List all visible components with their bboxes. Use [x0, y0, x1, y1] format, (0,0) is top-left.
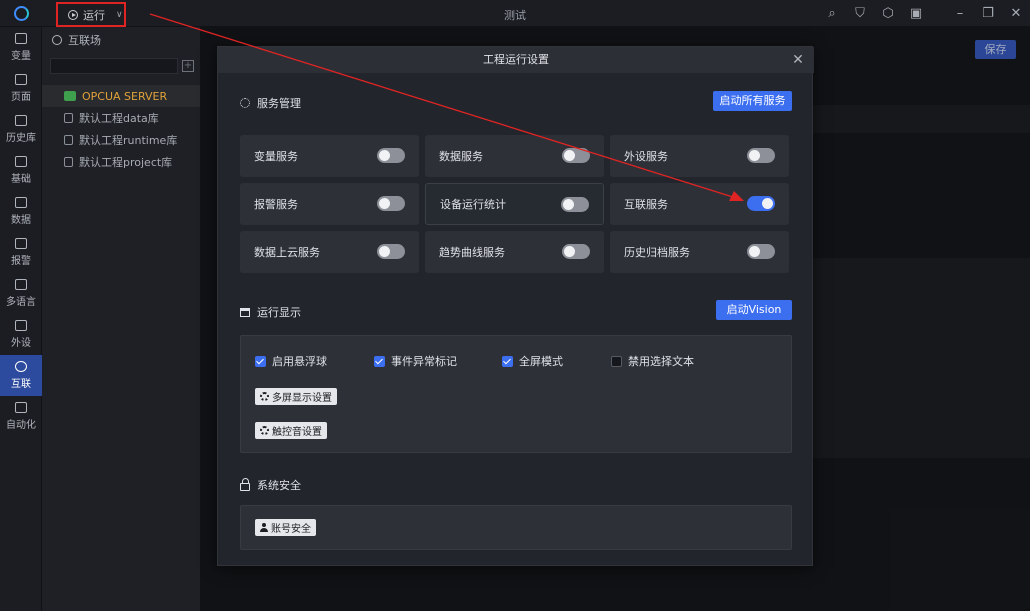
service-card: 报警服务: [240, 183, 419, 225]
service-card: 变量服务: [240, 135, 419, 177]
tree-search-input[interactable]: [50, 58, 178, 74]
package-icon[interactable]: ⬡: [874, 0, 902, 27]
chevron-down-icon: ∨: [116, 9, 123, 20]
title-bar: 运行 ∨ 测试 ⌕ ⛉ ⬡ ▣ – ❐ ✕: [0, 0, 1030, 27]
floating-ball-checkbox[interactable]: 启用悬浮球: [255, 353, 327, 369]
tree-item-data-db[interactable]: 默认工程data库: [42, 107, 200, 129]
tree: OPCUA SERVER 默认工程data库 默认工程runtime库 默认工程…: [42, 85, 200, 173]
add-icon[interactable]: +: [182, 60, 194, 72]
shield-icon[interactable]: ⛉: [846, 0, 874, 27]
save-icon[interactable]: ▣: [902, 0, 930, 27]
security-section-title: 系统安全: [240, 477, 301, 493]
service-card: 数据服务: [425, 135, 604, 177]
checkbox-checked-icon: [502, 355, 513, 367]
service-toggle[interactable]: [377, 148, 405, 163]
service-toggle[interactable]: [747, 196, 775, 211]
basic-icon: [15, 156, 27, 167]
nav-item-basic[interactable]: 基础: [0, 150, 42, 191]
user-icon: [260, 523, 268, 532]
display-section-title: 运行显示: [240, 304, 301, 320]
service-toggle[interactable]: [377, 196, 405, 211]
data-icon: [15, 197, 27, 208]
touch-sound-settings-button[interactable]: 触控音设置: [255, 422, 327, 439]
service-toggle[interactable]: [561, 197, 589, 212]
tree-item-runtime-db[interactable]: 默认工程runtime库: [42, 129, 200, 151]
alarm-icon: [15, 238, 27, 249]
left-nav: 变量 页面 历史库 基础 数据 报警 多语言 外设 互联 自动化: [0, 27, 42, 611]
service-toggle[interactable]: [747, 244, 775, 259]
nav-item-data[interactable]: 数据: [0, 191, 42, 232]
gear-icon: [260, 426, 269, 435]
dialog-title: 工程运行设置: [218, 47, 814, 73]
nav-item-device[interactable]: 外设: [0, 314, 42, 355]
dialog-close-icon[interactable]: ✕: [790, 52, 806, 68]
display-options-panel: 启用悬浮球 事件异常标记 全屏模式 禁用选择文本 多屏显示设置 触控音设置: [240, 335, 792, 453]
nav-item-interconnect[interactable]: 互联: [0, 355, 42, 396]
nav-item-alarm[interactable]: 报警: [0, 232, 42, 273]
service-card: 历史归档服务: [610, 231, 789, 273]
run-button[interactable]: 运行 ∨: [56, 2, 126, 27]
nav-item-language[interactable]: 多语言: [0, 273, 42, 314]
variable-icon: [15, 33, 27, 44]
multi-screen-settings-button[interactable]: 多屏显示设置: [255, 388, 337, 405]
lock-icon: [240, 477, 250, 491]
nav-item-variable[interactable]: 变量: [0, 27, 42, 68]
service-section-title: 服务管理: [240, 95, 301, 111]
checkbox-unchecked-icon: [611, 355, 622, 367]
event-abnormal-checkbox[interactable]: 事件异常标记: [374, 353, 457, 369]
tree-item-opcua[interactable]: OPCUA SERVER: [42, 85, 200, 107]
service-toggle[interactable]: [747, 148, 775, 163]
language-icon: [15, 279, 27, 290]
disable-select-text-checkbox[interactable]: 禁用选择文本: [611, 353, 694, 369]
minimize-icon[interactable]: –: [946, 0, 974, 27]
service-card: 互联服务: [610, 183, 789, 225]
service-card: 外设服务: [610, 135, 789, 177]
nav-item-automation[interactable]: 自动化: [0, 396, 42, 437]
app-logo-icon: [14, 6, 29, 21]
account-security-button[interactable]: 账号安全: [255, 519, 316, 536]
nav-item-page[interactable]: 页面: [0, 68, 42, 109]
start-vision-button[interactable]: 启动Vision: [716, 300, 792, 320]
play-icon: [68, 9, 78, 20]
network-icon: [52, 34, 62, 45]
service-toggle[interactable]: [562, 244, 590, 259]
interconnect-icon: [15, 361, 27, 372]
side-panel: 互联场 + OPCUA SERVER 默认工程data库 默认工程runtime…: [42, 27, 200, 611]
search-icon[interactable]: ⌕: [818, 0, 846, 27]
project-run-settings-dialog: 工程运行设置 ✕ 服务管理 启动所有服务 变量服务 数据服务 外设服务 报警服务…: [217, 46, 814, 566]
database-icon: [64, 135, 73, 145]
start-all-services-button[interactable]: 启动所有服务: [713, 91, 792, 111]
security-panel: 账号安全: [240, 505, 792, 550]
side-panel-header: 互联场: [42, 27, 200, 52]
window-icon: [240, 307, 250, 317]
nav-item-history[interactable]: 历史库: [0, 109, 42, 150]
database-icon: [64, 157, 73, 167]
server-icon: [64, 91, 76, 101]
automation-icon: [15, 402, 27, 413]
history-icon: [15, 115, 27, 126]
gear-icon: [240, 98, 250, 108]
close-icon[interactable]: ✕: [1002, 0, 1030, 27]
run-label: 运行: [83, 8, 105, 22]
gear-icon: [260, 392, 269, 401]
service-toggle[interactable]: [562, 148, 590, 163]
fullscreen-checkbox[interactable]: 全屏模式: [502, 353, 563, 369]
service-card: 设备运行统计: [425, 183, 604, 225]
service-card: 趋势曲线服务: [425, 231, 604, 273]
device-icon: [15, 320, 27, 331]
service-card: 数据上云服务: [240, 231, 419, 273]
tree-item-project-db[interactable]: 默认工程project库: [42, 151, 200, 173]
service-toggle[interactable]: [377, 244, 405, 259]
database-icon: [64, 113, 73, 123]
checkbox-checked-icon: [255, 355, 266, 367]
restore-icon[interactable]: ❐: [974, 0, 1002, 27]
checkbox-checked-icon: [374, 355, 385, 367]
page-icon: [15, 74, 27, 85]
